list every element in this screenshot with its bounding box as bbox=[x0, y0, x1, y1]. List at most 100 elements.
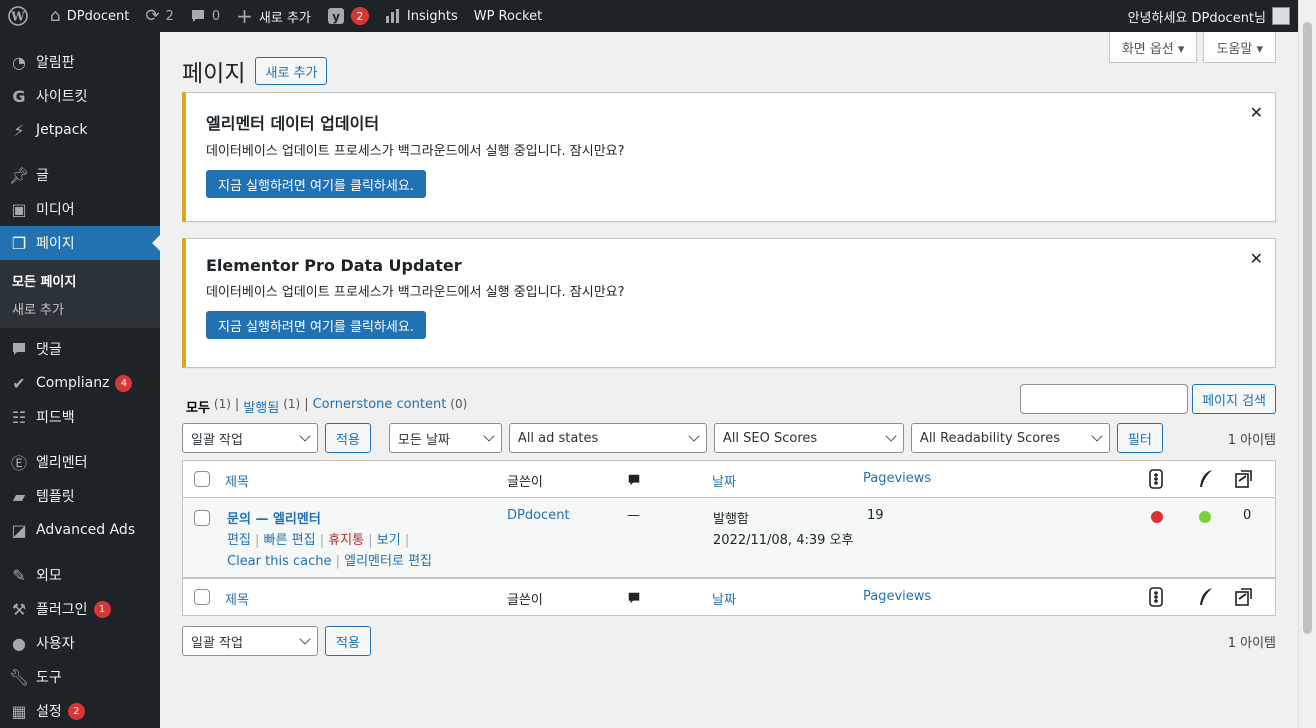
view-cornerstone-link[interactable]: Cornerstone content bbox=[313, 397, 447, 416]
column-author: 글쓴이 bbox=[507, 475, 543, 490]
sidebar-item-label: 댓글 bbox=[36, 342, 62, 358]
help-button[interactable]: 도움말 ▾ bbox=[1203, 32, 1276, 63]
admin-bar: W ⌂ DPdocent ⟳ 2 0 + 새로 추가 y 2 Insights … bbox=[0, 0, 1298, 32]
apply-button[interactable]: 적용 bbox=[325, 423, 371, 453]
wordpress-logo-button[interactable]: W bbox=[0, 0, 42, 32]
sidebar-item-posts[interactable]: 📌︎ 글 bbox=[0, 158, 160, 192]
column-pageviews-footer[interactable]: Pageviews bbox=[863, 589, 931, 604]
column-title[interactable]: 제목 bbox=[225, 471, 249, 490]
sidebar-item-users[interactable]: ● 사용자 bbox=[0, 626, 160, 660]
sidebar-item-elementor[interactable]: Ⓔ 엘리멘터 bbox=[0, 445, 160, 479]
edit-link[interactable]: 편집 bbox=[227, 533, 251, 548]
search-pages-button[interactable]: 페이지 검색 bbox=[1192, 384, 1276, 414]
column-date-footer[interactable]: 날짜 bbox=[712, 589, 736, 608]
page-header: 페이지 새로 추가 bbox=[182, 54, 328, 88]
quick-edit-link[interactable]: 빠른 편집 bbox=[264, 533, 316, 548]
column-date[interactable]: 날짜 bbox=[712, 471, 736, 490]
greeting: 안녕하세요 DPdocent님 bbox=[1127, 10, 1266, 26]
filter-button[interactable]: 필터 bbox=[1116, 423, 1163, 453]
sidebar-item-feedback[interactable]: ☷ 피드백 bbox=[0, 400, 160, 434]
sidebar-item-label: 미디어 bbox=[36, 202, 75, 218]
sidebar-item-label: 템플릿 bbox=[36, 489, 75, 505]
edit-with-elementor-link[interactable]: 엘리멘터로 편집 bbox=[344, 554, 432, 569]
row-checkbox[interactable] bbox=[194, 510, 210, 526]
site-name-link[interactable]: ⌂ DPdocent bbox=[42, 0, 137, 32]
row-actions: 편집 | 빠른 편집 | 휴지통 | 보기 | Clear this cache… bbox=[227, 533, 432, 569]
view-link[interactable]: 보기 bbox=[377, 533, 401, 548]
run-pro-updater-button[interactable]: 지금 실행하려면 여기를 클릭하세요. bbox=[206, 311, 426, 339]
sidebar-item-site-kit[interactable]: G 사이트킷 bbox=[0, 79, 160, 113]
column-title-footer[interactable]: 제목 bbox=[225, 589, 249, 608]
page-pageviews: 19 bbox=[867, 508, 884, 523]
sidebar-item-complianz[interactable]: ✔ Complianz 4 bbox=[0, 366, 160, 400]
ad-states-select[interactable]: All ad states bbox=[508, 423, 707, 453]
sidebar-item-label: 글 bbox=[36, 168, 49, 184]
home-icon: ⌂ bbox=[50, 6, 61, 26]
add-new-page-button[interactable]: 새로 추가 bbox=[255, 57, 328, 85]
view-cornerstone-count: (0) bbox=[450, 397, 468, 411]
seo-score-column-icon[interactable] bbox=[1149, 587, 1163, 607]
yoast-menu[interactable]: y 2 bbox=[319, 0, 377, 32]
elementor-icon: Ⓔ bbox=[10, 454, 27, 473]
insights-link[interactable]: Insights bbox=[377, 0, 466, 32]
items-count-bottom: 1 아이템 bbox=[1227, 635, 1276, 651]
submenu-all-pages[interactable]: 모든 페이지 bbox=[0, 266, 160, 294]
sidebar-item-templates[interactable]: ▰ 템플릿 bbox=[0, 479, 160, 513]
sidebar-item-settings[interactable]: ▦ 설정 2 bbox=[0, 694, 160, 728]
column-pageviews[interactable]: Pageviews bbox=[863, 471, 931, 486]
screen-options-button[interactable]: 화면 옵션 ▾ bbox=[1108, 32, 1198, 63]
page-title-link[interactable]: 문의 — 엘리멘터 bbox=[227, 508, 321, 527]
comment-bubble-icon bbox=[190, 8, 206, 24]
wp-rocket-link[interactable]: WP Rocket bbox=[466, 0, 551, 32]
new-content-link[interactable]: + 새로 추가 bbox=[228, 0, 319, 32]
close-icon[interactable]: ✕ bbox=[1250, 103, 1263, 122]
sidebar-item-media[interactable]: ▣ 미디어 bbox=[0, 192, 160, 226]
account-menu[interactable]: 안녕하세요 DPdocent님 bbox=[1120, 0, 1290, 32]
view-all-link[interactable]: 모두 bbox=[186, 397, 210, 416]
seo-scores-select[interactable]: All SEO Scores bbox=[713, 423, 904, 453]
sidebar-item-appearance[interactable]: ✎ 외모 bbox=[0, 558, 160, 592]
submenu-add-new[interactable]: 새로 추가 bbox=[0, 294, 160, 322]
sidebar-item-label: 사용자 bbox=[36, 636, 75, 652]
close-icon[interactable]: ✕ bbox=[1250, 249, 1263, 268]
site-kit-icon: G bbox=[12, 86, 26, 106]
page-scrollbar[interactable] bbox=[1298, 0, 1316, 728]
apply-button-bottom[interactable]: 적용 bbox=[325, 626, 371, 656]
view-published-link[interactable]: 발행됨 bbox=[243, 397, 279, 416]
sidebar-item-comments[interactable]: 댓글 bbox=[0, 332, 160, 366]
bulk-action-select[interactable]: 일괄 작업 bbox=[182, 423, 318, 453]
yoast-badge: 2 bbox=[350, 7, 369, 25]
sidebar-item-plugins[interactable]: ⚒ 플러그인 1 bbox=[0, 592, 160, 626]
sidebar-item-jetpack[interactable]: ⚡ Jetpack bbox=[0, 113, 160, 147]
scrollbar-thumb[interactable] bbox=[1303, 22, 1312, 634]
seo-score-column-icon[interactable] bbox=[1149, 469, 1163, 489]
select-all-checkbox-footer[interactable] bbox=[194, 589, 210, 605]
items-count: 1 아이템 bbox=[1227, 432, 1276, 448]
comment-column-icon[interactable] bbox=[627, 591, 641, 605]
readability-column-icon[interactable] bbox=[1197, 587, 1215, 607]
folder-icon: ▰ bbox=[12, 486, 26, 506]
run-updater-button[interactable]: 지금 실행하려면 여기를 클릭하세요. bbox=[206, 170, 426, 198]
clear-cache-link[interactable]: Clear this cache bbox=[227, 554, 331, 569]
updates-link[interactable]: ⟳ 2 bbox=[137, 0, 182, 32]
page-author-link[interactable]: DPdocent bbox=[507, 508, 570, 523]
links-column-icon[interactable] bbox=[1233, 587, 1253, 607]
bulk-action-select-bottom[interactable]: 일괄 작업 bbox=[182, 626, 318, 656]
search-input[interactable] bbox=[1020, 384, 1189, 414]
links-column-icon[interactable] bbox=[1233, 469, 1253, 489]
sidebar-item-tools[interactable]: 🔧︎ 도구 bbox=[0, 660, 160, 694]
trash-link[interactable]: 휴지통 bbox=[328, 533, 364, 548]
readability-scores-select[interactable]: All Readability Scores bbox=[910, 423, 1110, 453]
sidebar-item-dashboard[interactable]: ◔ 알림판 bbox=[0, 45, 160, 79]
comments-link[interactable]: 0 bbox=[182, 0, 228, 32]
page-icon: ❐ bbox=[11, 233, 27, 253]
sidebar-item-pages[interactable]: ❐ 페이지 bbox=[0, 226, 160, 260]
comment-column-icon[interactable] bbox=[627, 473, 641, 487]
chevron-down-icon bbox=[688, 430, 700, 442]
readability-column-icon[interactable] bbox=[1197, 469, 1215, 489]
date-filter-select[interactable]: 모든 날짜 bbox=[388, 423, 502, 453]
select-all-checkbox[interactable] bbox=[194, 471, 210, 487]
wrench-icon: 🔧︎ bbox=[8, 667, 30, 687]
sidebar-item-advanced-ads[interactable]: ◪ Advanced Ads bbox=[0, 513, 160, 547]
sidebar-item-label: 외모 bbox=[36, 568, 62, 584]
